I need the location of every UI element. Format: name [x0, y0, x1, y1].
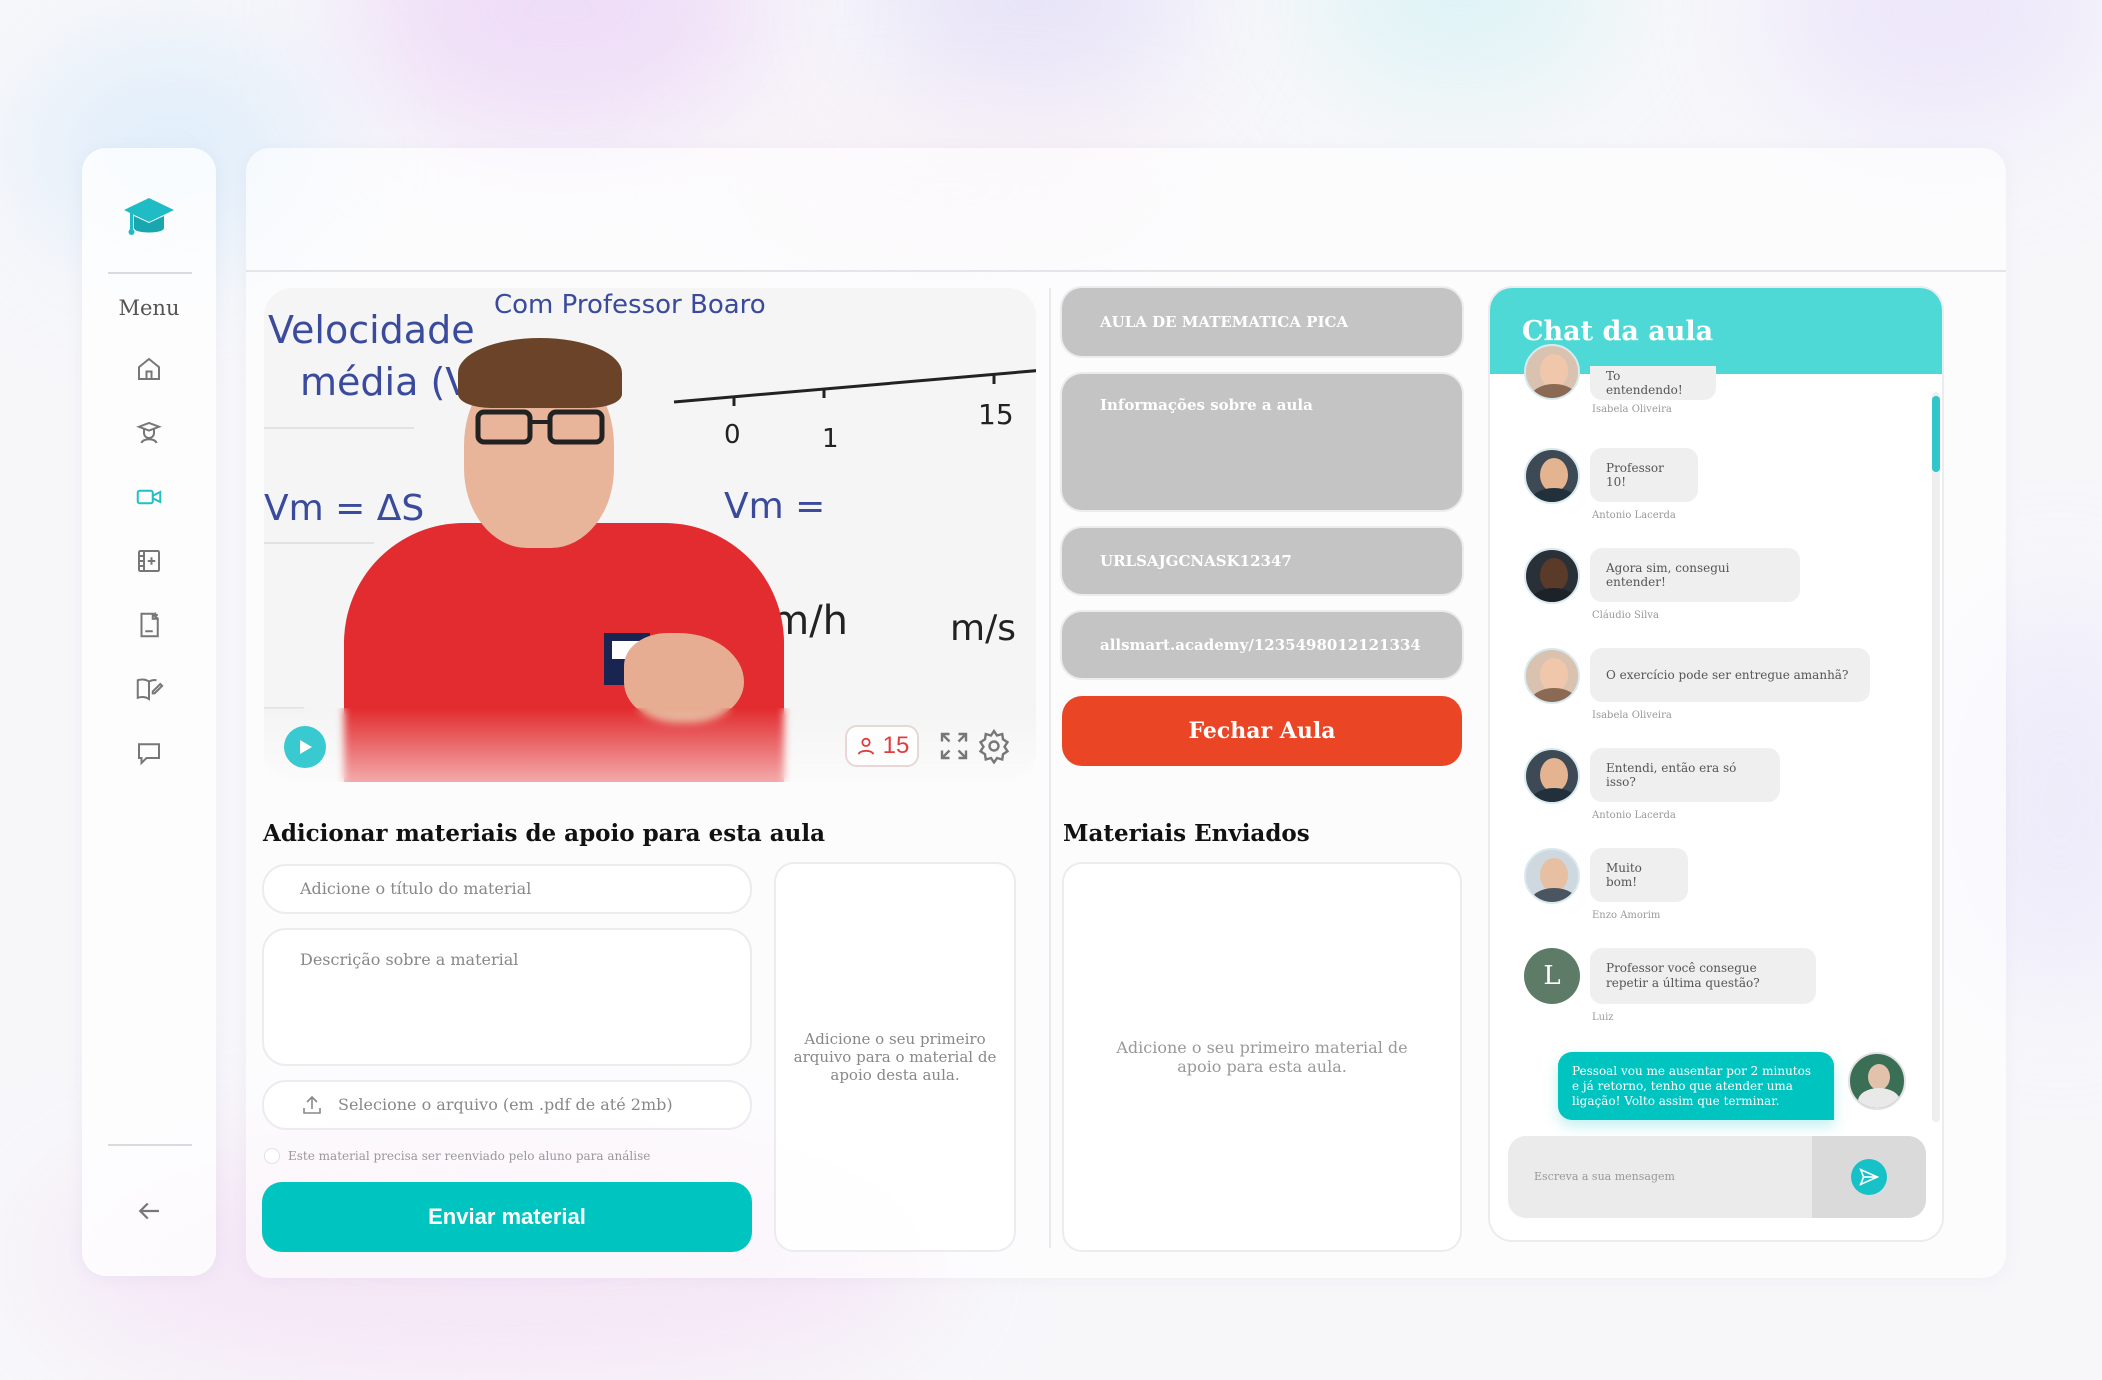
send-icon	[1859, 1168, 1880, 1186]
settings-gear-icon[interactable]	[976, 728, 1012, 765]
avatar	[1524, 848, 1580, 904]
teacher-icon[interactable]	[134, 418, 164, 448]
book-edit-icon[interactable]	[134, 674, 164, 704]
chat-input-placeholder: Escreva a sua mensagem	[1534, 1170, 1675, 1183]
chat-sender: Cláudio Silva	[1592, 610, 1659, 621]
arrow-left-icon[interactable]	[134, 1196, 164, 1226]
fullscreen-icon[interactable]	[936, 728, 972, 764]
video-player[interactable]: Velocidade média (Vm) Com Professor Boar…	[264, 288, 1036, 782]
avatar	[1524, 748, 1580, 804]
chat-bubble: Entendi, então era só isso?	[1590, 748, 1780, 802]
material-description-input[interactable]: Descrição sobre a material	[262, 928, 752, 1066]
presenter-glasses	[475, 409, 605, 445]
board-text: Com Professor Boaro	[494, 290, 766, 320]
menu-label: Menu	[118, 296, 180, 320]
chat-sender: Enzo Amorim	[1592, 910, 1661, 921]
board-text: Vm = ΔS	[264, 488, 425, 529]
video-controls-bar	[264, 708, 1036, 782]
chat-bubble: Professor 10!	[1590, 448, 1698, 502]
upload-empty-text: Adicione o seu primeiro arquivo para o m…	[793, 1030, 997, 1084]
chat-bubble: To entendendo!	[1590, 366, 1716, 400]
sent-materials-list: Adicione o seu primeiro material de apoi…	[1062, 862, 1462, 1252]
resubmit-checkbox[interactable]	[264, 1148, 280, 1164]
board-text: Velocidade	[268, 308, 475, 352]
user-icon	[857, 737, 874, 755]
lesson-info-field[interactable]: Informações sobre a aula	[1062, 374, 1462, 510]
material-title-input[interactable]: Adicione o título do material	[262, 864, 752, 914]
presenter-hair	[458, 338, 622, 408]
close-lesson-button[interactable]: Fechar Aula	[1062, 696, 1462, 766]
chat-scrollbar-thumb[interactable]	[1932, 396, 1940, 472]
support-materials-title: Adicionar materiais de apoio para esta a…	[263, 820, 825, 847]
lesson-code-field[interactable]: URLSAJGCNASK12347	[1062, 528, 1462, 594]
viewer-count: 15	[882, 732, 910, 759]
avatar	[1524, 448, 1580, 504]
file-select-label: Selecione o arquivo (em .pdf de até 2mb)	[338, 1095, 673, 1114]
resubmit-label: Este material precisa ser reenviado pelo…	[288, 1149, 651, 1163]
graduation-cap-logo	[124, 198, 174, 235]
avatar: L	[1524, 948, 1580, 1004]
lesson-title-field[interactable]: AULA DE MATEMATICA PICA	[1062, 288, 1462, 356]
header-divider	[246, 270, 2006, 272]
send-area	[1812, 1136, 1926, 1218]
teacher-avatar	[1848, 1052, 1906, 1110]
home-icon[interactable]	[134, 354, 164, 384]
lesson-link-field[interactable]: allsmart.academy/1235498012121334	[1062, 612, 1462, 678]
board-text: 15	[978, 398, 1014, 431]
sent-materials-title: Materiais Enviados	[1063, 820, 1310, 847]
resubmit-option: Este material precisa ser reenviado pelo…	[264, 1148, 650, 1164]
file-select-input[interactable]: Selecione o arquivo (em .pdf de até 2mb)	[262, 1080, 752, 1130]
chat-bubble: Agora sim, consegui entender!	[1590, 548, 1800, 602]
viewer-count-badge: 15	[845, 725, 919, 767]
chat-message-input[interactable]: Escreva a sua mensagem	[1508, 1136, 1926, 1218]
board-text: 1	[822, 424, 839, 454]
chat-panel: Chat da aula To entendendo! Isabela Oliv…	[1490, 288, 1942, 1240]
play-icon	[300, 740, 312, 754]
chat-scrollbar[interactable]	[1932, 392, 1940, 1122]
chat-bubble: Muito bom!	[1590, 848, 1688, 902]
send-material-button[interactable]: Enviar material	[262, 1182, 752, 1252]
chat-sender: Isabela Oliveira	[1592, 404, 1672, 415]
board-text: Vm =	[724, 486, 826, 527]
chat-sender: Antonio Lacerda	[1592, 810, 1676, 821]
board-text: 0	[724, 420, 741, 450]
send-message-button[interactable]	[1851, 1159, 1887, 1195]
avatar	[1524, 548, 1580, 604]
sent-empty-text: Adicione o seu primeiro material de apoi…	[1116, 1038, 1408, 1076]
upload-icon	[303, 1095, 321, 1114]
chat-sender: Isabela Oliveira	[1592, 710, 1672, 721]
sidebar-divider	[108, 1144, 192, 1146]
play-button[interactable]	[284, 726, 326, 768]
video-camera-icon[interactable]	[134, 482, 164, 512]
column-divider	[1049, 288, 1051, 1248]
chat-icon[interactable]	[134, 738, 164, 768]
chat-sender: Antonio Lacerda	[1592, 510, 1676, 521]
own-chat-bubble: Pessoal vou me ausentar por 2 minutos e …	[1558, 1052, 1834, 1120]
chat-sender: Luiz	[1592, 1012, 1614, 1023]
sidebar: Menu	[82, 148, 216, 1276]
upload-dropzone[interactable]: Adicione o seu primeiro arquivo para o m…	[774, 862, 1016, 1252]
board-text: m/s	[950, 608, 1016, 649]
avatar	[1524, 648, 1580, 704]
chat-bubble: Professor você consegue repetir a última…	[1590, 948, 1816, 1004]
avatar	[1524, 344, 1580, 400]
film-add-icon[interactable]	[134, 546, 164, 576]
sidebar-divider	[108, 272, 192, 274]
chat-bubble: O exercício pode ser entregue amanhã?	[1590, 648, 1870, 702]
document-add-icon[interactable]	[134, 610, 164, 640]
